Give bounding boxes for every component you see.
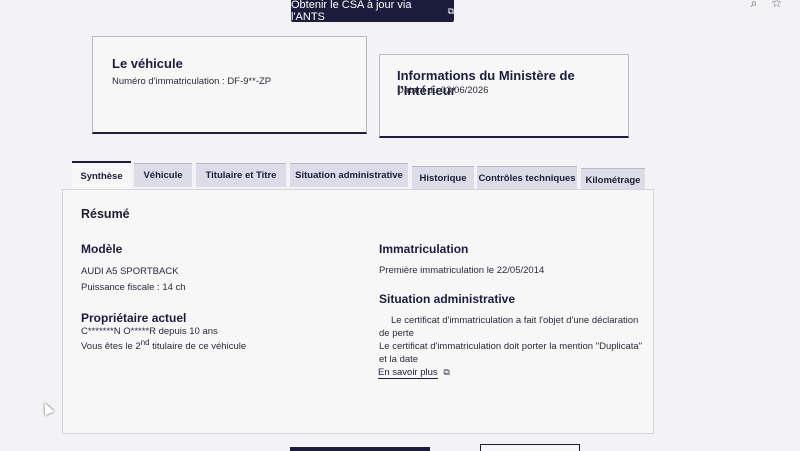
owner-rank-suffix: titulaire de ce véhicule — [149, 341, 247, 353]
owner-heading: Propriétaire actuel — [81, 311, 187, 325]
vehicle-card-title: Le véhicule — [112, 56, 183, 71]
tab-synthese[interactable]: Synthèse — [72, 161, 131, 189]
learn-more-link[interactable]: En savoir plus ⧉ — [378, 367, 450, 379]
tab-vehicule[interactable]: Véhicule — [134, 163, 192, 187]
ministry-card: Informations du Ministère de l'Intérieur… — [379, 54, 629, 138]
vehicle-card: Le véhicule Numéro d'immatriculation : D… — [92, 36, 367, 134]
model-heading: Modèle — [81, 242, 123, 256]
summary-title: Résumé — [81, 207, 130, 221]
bottom-primary-button[interactable] — [290, 447, 430, 451]
external-link-icon: ⧉ — [443, 367, 450, 377]
banner-text: Obtenir le CSA à jour via l'ANTS — [291, 0, 412, 23]
admin-loss-declaration: Le certificat d'immatriculation a fait l… — [379, 315, 639, 339]
fiscal-power: Puissance fiscale : 14 ch — [81, 282, 186, 293]
star-icon[interactable]: ☆ — [771, 0, 782, 11]
registration-number: Numéro d'immatriculation : DF-9**-ZP — [112, 76, 272, 87]
tab-historique[interactable]: Historique — [412, 166, 474, 190]
summary-panel: Résumé Modèle AUDI A5 SPORTBACK Puissanc… — [62, 189, 654, 434]
owner-name: C*******N O*****R depuis 10 ans — [81, 326, 218, 337]
learn-more-text: En savoir plus — [378, 367, 438, 379]
ministry-date: Datant du 03/06/2026 — [397, 85, 489, 96]
mouse-cursor-icon — [39, 400, 55, 416]
ants-banner-button[interactable]: Obtenir le CSA à jour via l'ANTS ⧉ — [291, 0, 454, 23]
external-link-icon: ⧉ — [447, 5, 454, 16]
search-icon[interactable]: ⌕ — [751, 0, 758, 11]
owner-rank-prefix: Vous êtes le 2 — [81, 341, 141, 353]
tab-controles-techniques[interactable]: Contrôles techniques — [477, 166, 577, 190]
registration-heading: Immatriculation — [379, 242, 469, 256]
bottom-secondary-button[interactable] — [480, 444, 580, 451]
admin-heading: Situation administrative — [379, 292, 516, 306]
browser-toolbar-icons: ⌕ ☆ — [751, 0, 783, 11]
admin-duplicata-notice: Le certificat d'immatriculation doit por… — [379, 341, 643, 365]
tab-situation-administrative[interactable]: Situation administrative — [290, 163, 408, 187]
owner-rank: Vous êtes le 2nd titulaire de ce véhicul… — [81, 338, 246, 352]
first-registration: Première immatriculation le 22/05/2014 — [379, 265, 545, 276]
tab-titulaire[interactable]: Titulaire et Titre — [196, 163, 286, 187]
model-name: AUDI A5 SPORTBACK — [81, 266, 179, 277]
